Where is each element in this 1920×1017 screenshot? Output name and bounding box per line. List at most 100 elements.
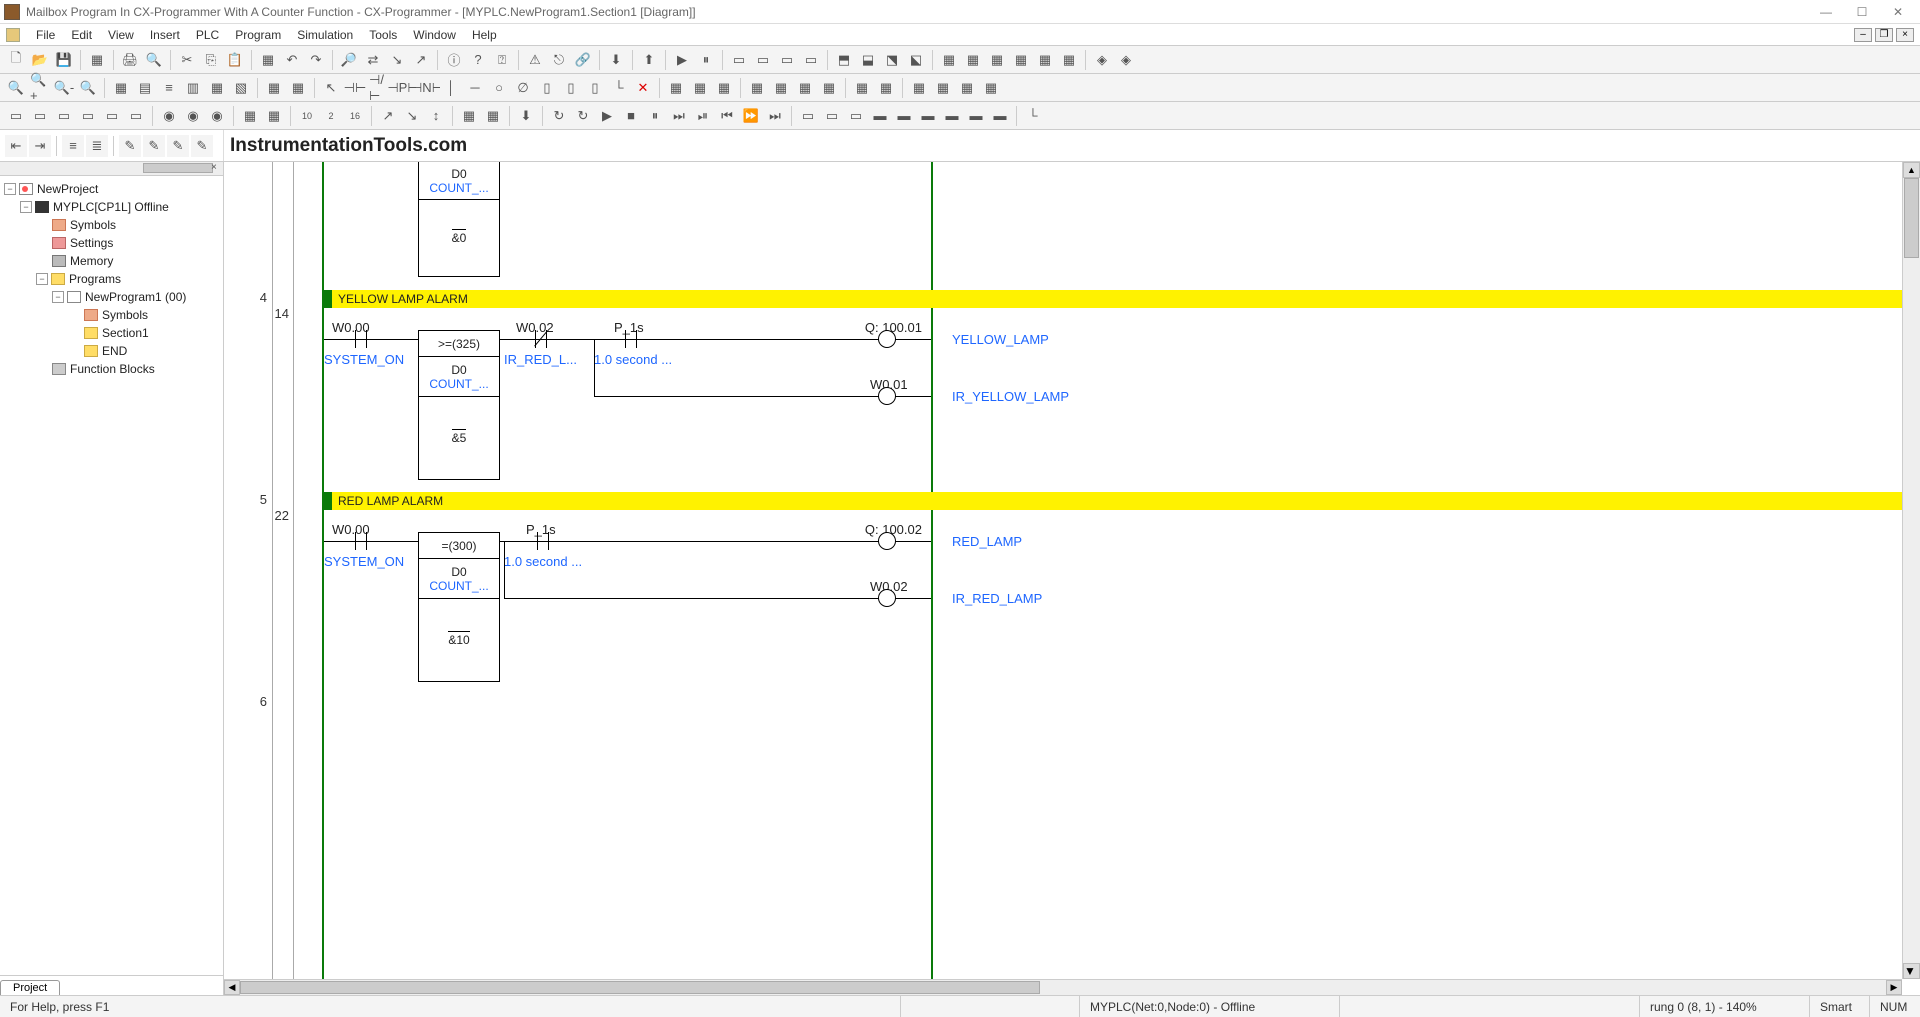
ff-icon[interactable]: ⏩ [740,105,762,127]
context-help-icon[interactable]: ⍰ [491,49,513,71]
al6-icon[interactable]: ▬ [917,105,939,127]
pointer-icon[interactable]: ↖ [320,77,342,99]
sim2-icon[interactable]: ◉ [182,105,204,127]
replace-icon[interactable]: ⇄ [362,49,384,71]
vline-icon[interactable]: │ [440,77,462,99]
menu-edit[interactable]: Edit [63,26,100,44]
al9-icon[interactable]: ▬ [989,105,1011,127]
ref2-icon[interactable]: ↻ [572,105,594,127]
goto-icon[interactable]: ↘ [386,49,408,71]
minimize-button[interactable]: — [1808,2,1844,22]
scroll-up-icon[interactable]: ▲ [1903,162,1920,178]
stepi-icon[interactable]: ⏮ [716,105,738,127]
arr1-icon[interactable]: ↗ [377,105,399,127]
win6-icon[interactable]: ▭ [125,105,147,127]
download-icon[interactable]: ⬇ [605,49,627,71]
redo-icon[interactable]: ↷ [305,49,327,71]
table1-icon[interactable]: ▦ [938,49,960,71]
tree-memory[interactable]: Memory [0,252,223,270]
mark1-icon[interactable]: ✎ [119,135,141,157]
maximize-button[interactable]: ☐ [1844,2,1880,22]
run-icon[interactable]: ▶ [671,49,693,71]
step-icon[interactable]: ⏭ [668,105,690,127]
trans2-icon[interactable]: ⬓ [857,49,879,71]
view2-icon[interactable]: ▤ [134,77,156,99]
menu-insert[interactable]: Insert [142,26,188,44]
view6-icon[interactable]: ▧ [230,77,252,99]
mdi-restore[interactable]: ❐ [1875,28,1893,42]
win1-icon[interactable]: ▭ [5,105,27,127]
tree-section1[interactable]: Section1 [0,324,223,342]
view5-icon[interactable]: ▦ [206,77,228,99]
zoom-in-icon[interactable]: 🔍+ [29,77,51,99]
chip2-icon[interactable]: ▦ [482,105,504,127]
trans3-icon[interactable]: ⬔ [881,49,903,71]
n16-icon[interactable]: 16 [344,105,366,127]
rung5-block[interactable]: =(300) D0 COUNT_... &10 [418,532,500,682]
table5-icon[interactable]: ▦ [1034,49,1056,71]
tree-fb[interactable]: Function Blocks [0,360,223,378]
contact-no-icon[interactable]: ⊣⊢ [344,77,366,99]
misc3-icon[interactable]: ▦ [713,77,735,99]
sim3-icon[interactable]: ◉ [206,105,228,127]
mdi-close[interactable]: × [1896,28,1914,42]
arr2-icon[interactable]: ↘ [401,105,423,127]
cut-icon[interactable]: ✂ [176,49,198,71]
toggle-icon[interactable]: ⎋ [548,49,570,71]
plc-icon[interactable]: ▦ [86,49,108,71]
view3-icon[interactable]: ≡ [158,77,180,99]
monitor4-icon[interactable]: ▭ [800,49,822,71]
misc7-icon[interactable]: ▦ [818,77,840,99]
rung4-o1-coil[interactable] [878,330,896,348]
rung4-c2[interactable] [529,330,553,348]
vertical-scrollbar[interactable]: ▲ ▼ [1902,162,1920,979]
tree-newprogram[interactable]: −NewProgram1 (00) [0,288,223,306]
rung-top-block[interactable]: D0 COUNT_... &0 [418,162,500,277]
trans1-icon[interactable]: ⬒ [833,49,855,71]
tree-programs[interactable]: −Programs [0,270,223,288]
find-icon[interactable]: 🔎 [338,49,360,71]
table4-icon[interactable]: ▦ [1010,49,1032,71]
scroll-left-icon[interactable]: ◀ [224,980,240,995]
monitor2-icon[interactable]: ▭ [752,49,774,71]
paste-icon[interactable]: 📋 [224,49,246,71]
new-icon[interactable]: 🗋 [5,49,27,71]
rung4-title[interactable]: YELLOW LAMP ALARM [322,290,1902,308]
monitor1-icon[interactable]: ▭ [728,49,750,71]
grid2-icon[interactable]: ▦ [287,77,309,99]
misc2-icon[interactable]: ▦ [689,77,711,99]
func3-icon[interactable]: ▯ [584,77,606,99]
al10-icon[interactable]: └ [1022,105,1044,127]
scroll-right-icon[interactable]: ▶ [1886,980,1902,995]
misc6-icon[interactable]: ▦ [794,77,816,99]
help-icon[interactable]: ? [467,49,489,71]
mark4-icon[interactable]: ✎ [191,135,213,157]
table6-icon[interactable]: ▦ [1058,49,1080,71]
rung5-c2[interactable] [531,532,555,550]
misc1-icon[interactable]: ▦ [665,77,687,99]
arr3-icon[interactable]: ↕ [425,105,447,127]
connect-icon[interactable]: 🔗 [572,49,594,71]
rung5-title[interactable]: RED LAMP ALARM [322,492,1902,510]
al3-icon[interactable]: ▭ [845,105,867,127]
n2-icon[interactable]: 2 [320,105,342,127]
tbl1-icon[interactable]: ▦ [239,105,261,127]
play-icon[interactable]: ▶ [596,105,618,127]
stop-icon[interactable]: ■ [620,105,642,127]
rung4-block[interactable]: >=(325) D0 COUNT_... &5 [418,330,500,480]
al7-icon[interactable]: ▬ [941,105,963,127]
menu-simulation[interactable]: Simulation [289,26,361,44]
win2-icon[interactable]: ▭ [29,105,51,127]
coil-icon[interactable]: ○ [488,77,510,99]
menu-file[interactable]: File [28,26,63,44]
misc5-icon[interactable]: ▦ [770,77,792,99]
warn-icon[interactable]: ⚠ [524,49,546,71]
al4-icon[interactable]: ▬ [869,105,891,127]
struct5-icon[interactable]: ▦ [956,77,978,99]
save-icon[interactable]: 💾 [53,49,75,71]
trans4-icon[interactable]: ⬕ [905,49,927,71]
align1-icon[interactable]: ≡ [62,135,84,157]
win4-icon[interactable]: ▭ [77,105,99,127]
mdi-minimize[interactable]: – [1854,28,1872,42]
rung5-o1-coil[interactable] [878,532,896,550]
